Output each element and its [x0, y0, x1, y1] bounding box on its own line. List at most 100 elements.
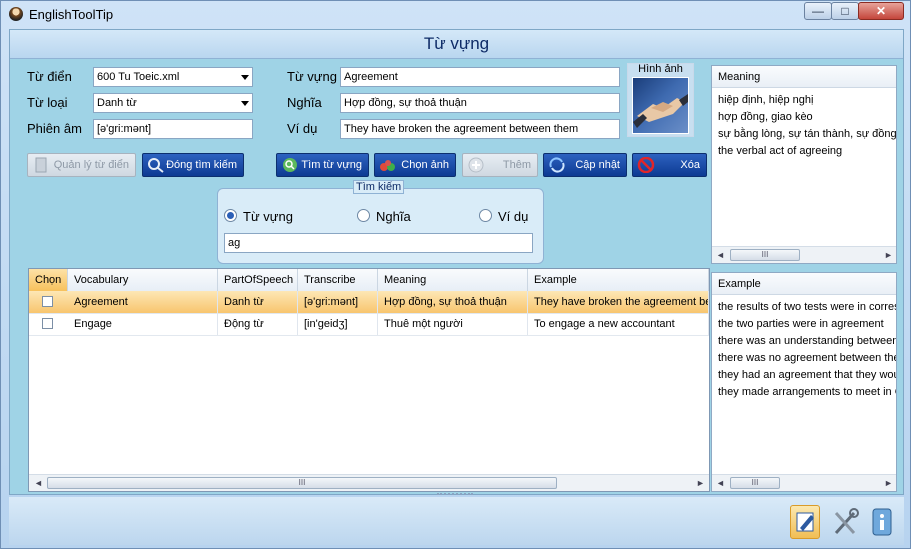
- phonetic-input[interactable]: [ə'gri:mənt]: [93, 119, 253, 139]
- page-title: Từ vựng: [423, 34, 490, 53]
- close-button[interactable]: ✕: [858, 2, 904, 20]
- image-label: Hình ảnh: [638, 63, 683, 75]
- table-header: Chọn Vocabulary PartOfSpeech Transcribe …: [29, 269, 709, 292]
- pen-tool-button[interactable]: [790, 505, 820, 539]
- column-header-example[interactable]: Example: [528, 269, 709, 291]
- close-search-button[interactable]: Đóng tìm kiếm: [142, 153, 244, 177]
- search-group: Từ vựng Nghĩa Ví dụ ag: [217, 188, 544, 264]
- refresh-icon: [549, 157, 565, 173]
- meaning-line: sự bằng lòng, sự tán thành, sự đồng ý: [718, 128, 897, 140]
- cell-vocabulary: Agreement: [68, 291, 218, 313]
- radio-word[interactable]: Từ vựng: [224, 209, 293, 224]
- column-header-vocabulary[interactable]: Vocabulary: [68, 269, 218, 291]
- no-entry-icon: [637, 157, 655, 173]
- row-checkbox[interactable]: [42, 296, 53, 307]
- dictionary-label: Từ điển: [27, 69, 72, 84]
- example-line: the two parties were in agreement: [718, 318, 884, 330]
- cell-meaning: Hợp đồng, sự thoả thuận: [378, 291, 528, 313]
- add-label: Thêm: [502, 159, 531, 171]
- column-header-select[interactable]: Chọn: [29, 269, 68, 291]
- cell-meaning: Thuê một người: [378, 313, 528, 335]
- tools-button[interactable]: [830, 505, 860, 539]
- search-input[interactable]: ag: [224, 233, 533, 253]
- search-word-label: Tìm từ vựng: [301, 159, 362, 171]
- phonetic-label: Phiên âm: [27, 121, 82, 136]
- minimize-button[interactable]: —: [804, 2, 832, 20]
- main-panel: Từ vựng Từ điển 600 Tu Toeic.xml Từ loại…: [9, 29, 904, 495]
- cell-transcribe: [ə'gri:mənt]: [298, 291, 378, 313]
- image-box[interactable]: Hình ảnh: [627, 63, 694, 137]
- scroll-thumb[interactable]: III: [730, 249, 800, 261]
- app-logo-icon: [9, 7, 23, 21]
- update-button[interactable]: Cập nhật: [543, 153, 627, 177]
- column-header-transcribe[interactable]: Transcribe: [298, 269, 378, 291]
- radio-indicator: [479, 209, 492, 222]
- scroll-right-icon[interactable]: ►: [696, 478, 705, 488]
- radio-meaning[interactable]: Nghĩa: [357, 209, 411, 224]
- wrench-tools-icon: [834, 508, 859, 535]
- example-horizontal-scrollbar[interactable]: ◄ III ►: [712, 474, 896, 491]
- example-line: there was no agreement between the: [718, 352, 897, 364]
- pen-icon: [796, 512, 814, 532]
- scroll-left-icon[interactable]: ◄: [716, 478, 725, 488]
- example-panel-title: Example: [712, 273, 896, 295]
- dictionary-select[interactable]: 600 Tu Toeic.xml: [93, 67, 253, 87]
- radio-example[interactable]: Ví dụ: [479, 209, 528, 224]
- meaning-horizontal-scrollbar[interactable]: ◄ III ►: [712, 246, 896, 263]
- example-line: they made arrangements to meet in Cl: [718, 386, 897, 398]
- search-word-button[interactable]: Tìm từ vựng: [276, 153, 369, 177]
- scroll-right-icon[interactable]: ►: [884, 250, 893, 260]
- column-header-pos[interactable]: PartOfSpeech: [218, 269, 298, 291]
- meaning-input[interactable]: Hợp đồng, sự thoả thuận: [340, 93, 620, 113]
- table-horizontal-scrollbar[interactable]: ◄ III ►: [29, 474, 709, 491]
- splitter-grip[interactable]: [437, 493, 473, 501]
- word-label: Từ vựng: [287, 69, 337, 84]
- update-label: Cập nhật: [575, 159, 620, 171]
- example-line: there was an understanding between: [718, 335, 897, 347]
- example-line: the results of two tests were in corresp: [718, 301, 897, 313]
- close-search-label: Đóng tìm kiếm: [166, 159, 237, 171]
- dictionary-value: 600 Tu Toeic.xml: [97, 71, 180, 83]
- manage-dictionary-label: Quản lý từ điển: [53, 159, 129, 171]
- scroll-left-icon[interactable]: ◄: [716, 250, 725, 260]
- radio-indicator: [357, 209, 370, 222]
- row-checkbox[interactable]: [42, 318, 53, 329]
- scroll-left-icon[interactable]: ◄: [34, 478, 43, 488]
- scroll-right-icon[interactable]: ►: [884, 478, 893, 488]
- radio-word-label: Từ vựng: [243, 209, 293, 224]
- example-panel: Example the results of two tests were in…: [711, 272, 897, 492]
- table-row[interactable]: Engage Động từ [in'geidʒ] Thuê một người…: [29, 313, 709, 336]
- table-row[interactable]: Agreement Danh từ [ə'gri:mənt] Hợp đồng,…: [29, 291, 709, 314]
- add-button[interactable]: Thêm: [462, 153, 538, 177]
- cell-example: To engage a new accountant: [528, 313, 709, 335]
- scroll-thumb[interactable]: III: [730, 477, 780, 489]
- example-line: they had an agreement that they wou: [718, 369, 897, 381]
- chevron-down-icon: [241, 75, 249, 80]
- example-input[interactable]: They have broken the agreement between t…: [340, 119, 620, 139]
- radio-example-label: Ví dụ: [498, 209, 529, 224]
- book-icon: [35, 157, 47, 173]
- info-button[interactable]: [868, 505, 898, 539]
- wordtype-label: Từ loại: [27, 95, 68, 110]
- wordtype-select[interactable]: Danh từ: [93, 93, 253, 113]
- cell-vocabulary: Engage: [68, 313, 218, 335]
- choose-image-label: Chọn ảnh: [401, 159, 449, 171]
- maximize-button[interactable]: □: [831, 2, 859, 20]
- search-group-title: Tìm kiếm: [353, 180, 405, 194]
- scroll-thumb[interactable]: III: [47, 477, 557, 489]
- example-label: Ví dụ: [287, 121, 318, 136]
- meaning-line: hiệp định, hiệp nghị: [718, 94, 814, 106]
- manage-dictionary-button[interactable]: Quản lý từ điển: [27, 153, 136, 177]
- cell-transcribe: [in'geidʒ]: [298, 313, 378, 335]
- meaning-panel-title: Meaning: [712, 66, 896, 88]
- radio-meaning-label: Nghĩa: [376, 209, 411, 224]
- handshake-image: [632, 77, 689, 134]
- cell-pos: Động từ: [218, 313, 298, 335]
- word-input[interactable]: Agreement: [340, 67, 620, 87]
- choose-image-button[interactable]: Chọn ảnh: [374, 153, 456, 177]
- meaning-panel: Meaning hiệp định, hiệp nghị hợp đồng, g…: [711, 65, 897, 264]
- header-bar: Từ vựng: [10, 30, 903, 59]
- delete-button[interactable]: Xóa: [632, 153, 707, 177]
- bottom-toolbar: [9, 493, 904, 545]
- column-header-meaning[interactable]: Meaning: [378, 269, 528, 291]
